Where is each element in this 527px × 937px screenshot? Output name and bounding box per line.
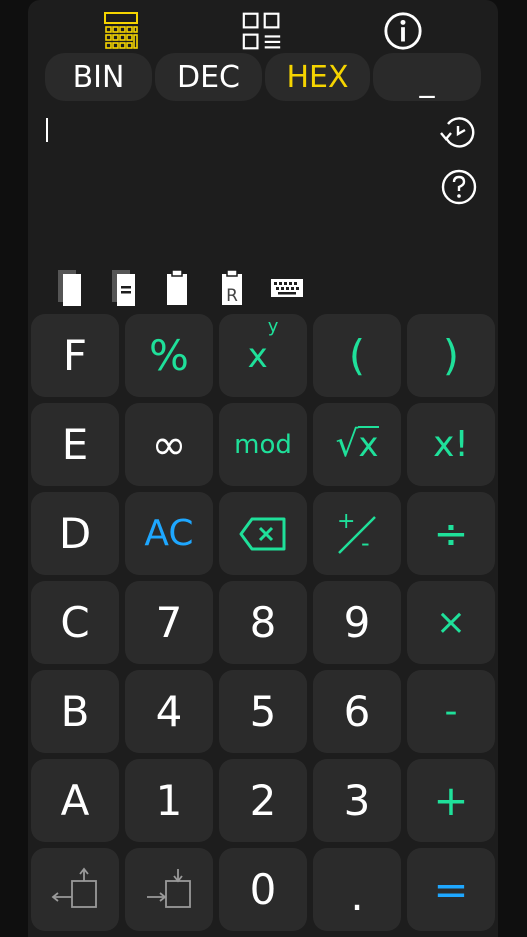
key-0[interactable]: 0 bbox=[219, 848, 307, 931]
info-icon[interactable] bbox=[383, 10, 423, 52]
mode-extra-button[interactable]: _ bbox=[373, 53, 481, 101]
key-8[interactable]: 8 bbox=[219, 581, 307, 664]
key-e[interactable]: E bbox=[31, 403, 119, 486]
power-base: x bbox=[247, 335, 268, 376]
key-percent[interactable]: % bbox=[125, 314, 213, 397]
sqrt-symbol: √ bbox=[335, 424, 359, 465]
text-cursor bbox=[46, 118, 48, 142]
keypad: F % xy ( ) E ∞ mod √ x x! D AC + - ÷ C 7… bbox=[31, 314, 497, 937]
mode-dec-button[interactable]: DEC bbox=[155, 53, 262, 101]
key-f[interactable]: F bbox=[31, 314, 119, 397]
key-power[interactable]: xy bbox=[219, 314, 307, 397]
svg-text:R: R bbox=[226, 286, 238, 306]
key-9[interactable]: 9 bbox=[313, 581, 401, 664]
key-5[interactable]: 5 bbox=[219, 670, 307, 753]
key-infinity[interactable]: ∞ bbox=[125, 403, 213, 486]
key-add[interactable]: + bbox=[407, 759, 495, 842]
calculator-app: BIN DEC HEX _ R F % x y () E ∞ mod √ x … bbox=[28, 0, 498, 937]
key-sqrt[interactable]: √ x bbox=[313, 403, 401, 486]
top-bar bbox=[28, 0, 498, 52]
key-b[interactable]: B bbox=[31, 670, 119, 753]
key-7[interactable]: 7 bbox=[125, 581, 213, 664]
key-decimal[interactable]: . bbox=[313, 848, 401, 931]
key-4[interactable]: 4 bbox=[125, 670, 213, 753]
backspace-icon bbox=[239, 517, 286, 550]
plus-minus-symbol: + - bbox=[333, 510, 381, 557]
key-plus-minus[interactable]: + - bbox=[313, 492, 401, 575]
key-factorial[interactable]: x! bbox=[407, 403, 495, 486]
help-icon[interactable] bbox=[439, 167, 479, 207]
sqrt-operand: x bbox=[358, 424, 379, 465]
key-all-clear[interactable]: AC bbox=[125, 492, 213, 575]
grid-menu-icon[interactable] bbox=[242, 10, 282, 52]
key-subtract[interactable]: - bbox=[407, 670, 495, 753]
key-multiply[interactable]: × bbox=[407, 581, 495, 664]
key-backspace[interactable] bbox=[219, 492, 307, 575]
calculator-icon[interactable] bbox=[101, 10, 141, 52]
shift-right-icon bbox=[147, 868, 191, 908]
key-d[interactable]: D bbox=[31, 492, 119, 575]
key-close-paren[interactable]: ) bbox=[407, 314, 495, 397]
key-c[interactable]: C bbox=[31, 581, 119, 664]
key-equals[interactable]: = bbox=[407, 848, 495, 931]
history-icon[interactable] bbox=[438, 113, 478, 153]
paste-result-icon[interactable]: R bbox=[212, 266, 252, 310]
key-6[interactable]: 6 bbox=[313, 670, 401, 753]
key-a[interactable]: A bbox=[31, 759, 119, 842]
key-1[interactable]: 1 bbox=[125, 759, 213, 842]
key-shift-right[interactable] bbox=[125, 848, 213, 931]
key-divide[interactable]: ÷ bbox=[407, 492, 495, 575]
key-mod[interactable]: mod bbox=[219, 403, 307, 486]
paste-icon[interactable] bbox=[157, 266, 197, 310]
key-3[interactable]: 3 bbox=[313, 759, 401, 842]
key-open-paren[interactable]: ( bbox=[313, 314, 401, 397]
copy-result-icon[interactable] bbox=[104, 266, 144, 310]
key-2[interactable]: 2 bbox=[219, 759, 307, 842]
clipboard-toolbar: R bbox=[28, 266, 498, 310]
minus-sign: - bbox=[361, 528, 370, 557]
copy-icon[interactable] bbox=[50, 266, 90, 310]
slash-line bbox=[338, 515, 376, 554]
mode-bin-button[interactable]: BIN bbox=[45, 53, 152, 101]
power-exponent: y bbox=[267, 316, 279, 337]
display-area[interactable] bbox=[28, 108, 498, 258]
shift-left-icon bbox=[51, 867, 97, 908]
base-mode-selector: BIN DEC HEX _ bbox=[45, 53, 481, 101]
mode-hex-button[interactable]: HEX bbox=[265, 53, 370, 101]
key-shift-left[interactable] bbox=[31, 848, 119, 931]
